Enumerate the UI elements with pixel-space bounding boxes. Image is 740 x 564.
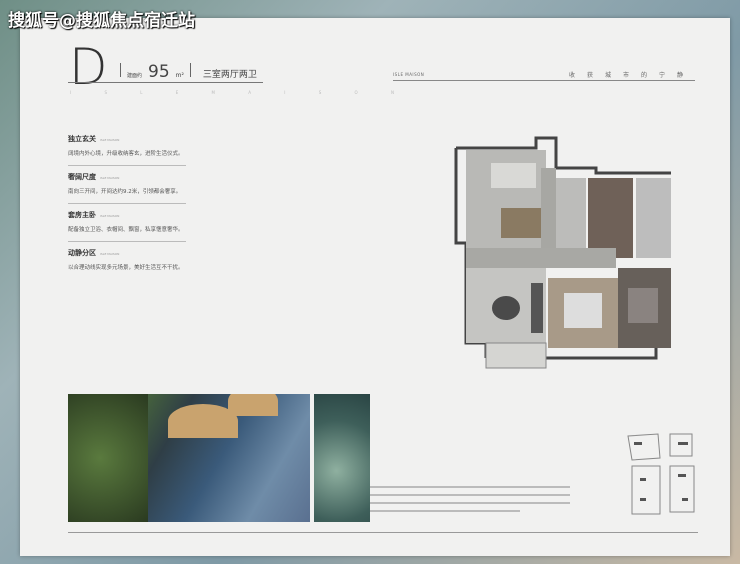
- divider: [189, 63, 191, 77]
- feature-desc: 以合理动线实现多元场景，美好生活互不干扰。: [68, 265, 184, 271]
- feature-item: 动静分区 ISLE MAISON 以合理动线实现多元场景，美好生活互不干扰。: [68, 248, 198, 271]
- disclaimer-text: [370, 486, 570, 518]
- feature-title: 独立玄关: [68, 135, 96, 143]
- feature-sub: ISLE MAISON: [100, 176, 120, 180]
- divider: [120, 63, 121, 77]
- feature-desc: 南向三开间，开间达约9.2米，引领都会奢享。: [68, 189, 182, 195]
- feature-item: 奢阔尺度 ISLE MAISON 南向三开间，开间达约9.2米，引领都会奢享。: [68, 172, 198, 204]
- spaced-brand: I S L E M A I S O N: [70, 90, 410, 95]
- watermark: 搜狐号@搜狐焦点宿迁站: [8, 11, 195, 31]
- unit-area: 建面约 95 m² 三室两厅两卫: [120, 62, 257, 82]
- courtyard-photo: [68, 394, 310, 522]
- water-photo: [314, 394, 370, 522]
- footer-rule: [68, 532, 698, 533]
- area-unit: m²: [175, 72, 184, 79]
- site-key-plan: [627, 433, 695, 515]
- floor-plan: [454, 136, 671, 369]
- feature-desc: 配备独立卫浴、衣帽间、飘窗，私享惬意奢华。: [68, 227, 184, 233]
- feature-title: 动静分区: [68, 249, 96, 257]
- area-value: 95: [148, 62, 170, 82]
- feature-item: 独立玄关 ISLE MAISON 阔境内外心境，升级收纳客玄，进阶生活仪式。: [68, 134, 198, 166]
- brand-name: ISLE MAISON: [393, 72, 425, 77]
- feature-desc: 阔境内外心境，升级收纳客玄，进阶生活仪式。: [68, 151, 184, 157]
- brochure-page: D 建面约 95 m² 三室两厅两卫 I S L E M A I S O N 独…: [20, 18, 730, 556]
- title-rule: [68, 82, 263, 83]
- slogan: 收获城市的宁静: [568, 72, 695, 79]
- feature-sub: ISLE MAISON: [100, 138, 120, 142]
- feature-sub: ISLE MAISON: [100, 252, 120, 256]
- unit-letter: D: [69, 38, 108, 96]
- right-header: ISLE MAISON 收获城市的宁静: [393, 72, 695, 81]
- feature-title: 奢阔尺度: [68, 173, 96, 181]
- feature-item: 套房主卧 ISLE MAISON 配备独立卫浴、衣帽间、飘窗，私享惬意奢华。: [68, 210, 198, 242]
- area-label: 建面约: [127, 73, 143, 79]
- feature-title: 套房主卧: [68, 211, 96, 219]
- feature-sub: ISLE MAISON: [100, 214, 120, 218]
- bedroom-small: [588, 178, 633, 258]
- layout-type: 三室两厅两卫: [202, 70, 257, 80]
